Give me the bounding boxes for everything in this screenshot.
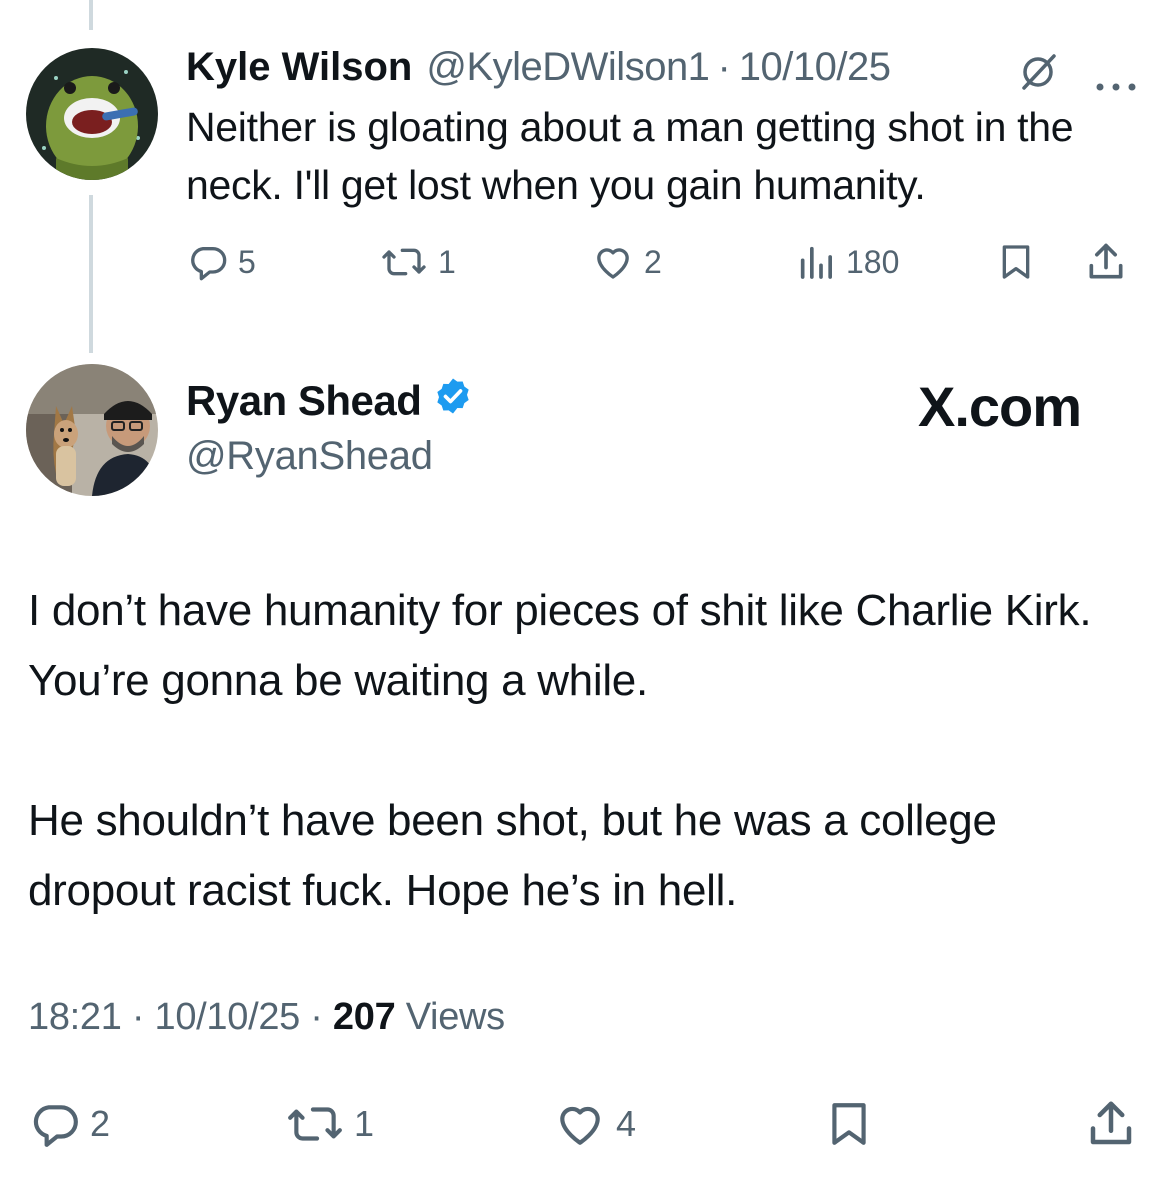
tweet1-reply-button[interactable]: 5 xyxy=(188,238,256,286)
kyle-wilson-avatar[interactable] xyxy=(26,48,158,180)
views-icon xyxy=(796,242,836,282)
thread-connector-top xyxy=(89,0,93,30)
repost-icon xyxy=(286,1099,344,1149)
tweet1-repost-button[interactable]: 1 xyxy=(380,238,456,286)
meta-separator: · xyxy=(310,996,323,1038)
thread-connector xyxy=(89,195,93,353)
tweet2-time[interactable]: 18:21 xyxy=(28,996,122,1038)
verified-badge-icon[interactable] xyxy=(433,376,473,426)
share-icon xyxy=(1084,1097,1138,1151)
tweet2-author-row: Ryan Shead xyxy=(186,376,473,426)
tweet2-repost-button[interactable]: 1 xyxy=(286,1098,374,1150)
tweet1-author-name[interactable]: Kyle Wilson xyxy=(186,45,412,90)
tweet2-views-label: Views xyxy=(405,996,505,1038)
heart-icon xyxy=(592,242,634,282)
tweet2-date[interactable]: 10/10/25 xyxy=(154,996,300,1038)
tweet1-bookmark-button[interactable] xyxy=(996,238,1036,286)
bookmark-icon xyxy=(824,1099,874,1149)
tweet2-paragraph-2: He shouldn’t have been shot, but he was … xyxy=(28,796,997,915)
tweet2-view-count: 207 xyxy=(332,996,396,1038)
tweet2-text: I don’t have humanity for pieces of shit… xyxy=(28,576,1148,926)
tweet2-handle[interactable]: @RyanShead xyxy=(186,434,433,479)
tweet2-share-button[interactable] xyxy=(1084,1098,1138,1150)
tweet2-reply-count: 2 xyxy=(90,1103,111,1144)
tweet1-header: Kyle Wilson @KyleDWilson1 · 10/10/25 xyxy=(186,38,1150,96)
tweet2-repost-count: 1 xyxy=(354,1103,375,1144)
grok-icon[interactable] xyxy=(1016,50,1060,104)
reply-icon xyxy=(188,242,228,282)
heart-icon xyxy=(554,1099,606,1149)
tweet1-reply-count: 5 xyxy=(238,243,256,280)
tweet1-separator: · xyxy=(717,44,731,89)
tweet1-like-count: 2 xyxy=(644,243,662,280)
share-icon xyxy=(1084,240,1128,284)
xcom-watermark: X.com xyxy=(918,375,1082,438)
tweet2-author-name[interactable]: Ryan Shead xyxy=(186,377,422,425)
tweet2-reply-button[interactable]: 2 xyxy=(30,1098,110,1150)
reply-icon xyxy=(30,1099,80,1149)
tweet1-handle[interactable]: @KyleDWilson1 xyxy=(426,45,710,90)
ryan-shead-avatar[interactable] xyxy=(26,364,158,496)
tweet1-like-button[interactable]: 2 xyxy=(592,238,662,286)
meta-separator: · xyxy=(131,996,145,1038)
tweet1-views-button[interactable]: 180 xyxy=(796,238,899,286)
tweet1-date[interactable]: 10/10/25 xyxy=(739,45,891,90)
bookmark-icon xyxy=(996,242,1036,282)
tweet2-like-button[interactable]: 4 xyxy=(554,1098,636,1150)
tweet1-repost-count: 1 xyxy=(438,243,456,280)
tweet2-bookmark-button[interactable] xyxy=(824,1098,874,1150)
tweet2-meta: 18:21 · 10/10/25 · 207 Views xyxy=(28,996,505,1039)
tweet1-share-button[interactable] xyxy=(1084,238,1128,286)
tweet2-paragraph-1: I don’t have humanity for pieces of shit… xyxy=(28,586,1092,705)
tweet1-text: Neither is gloating about a man getting … xyxy=(186,104,1074,208)
repost-icon xyxy=(380,242,428,282)
tweet1-view-count: 180 xyxy=(846,243,900,280)
tweet2-like-count: 4 xyxy=(616,1103,637,1144)
